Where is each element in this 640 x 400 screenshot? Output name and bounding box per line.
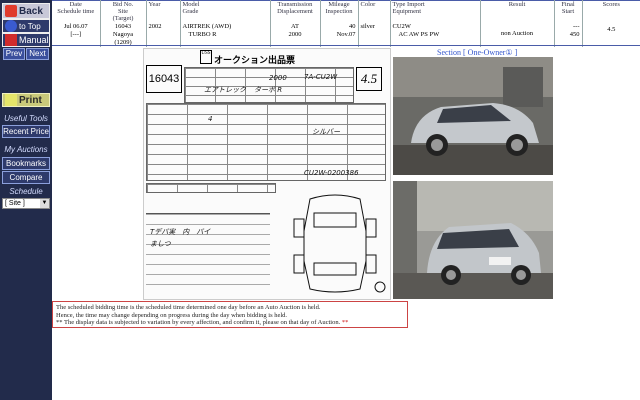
site-select[interactable]: [ Site ] ▼ [2, 198, 50, 209]
col-bid: Bid No. [112, 1, 134, 8]
sheet-title: オークション出品票 [214, 56, 296, 66]
left-rear-wheel [293, 254, 305, 274]
cell-color: silver [360, 23, 375, 30]
windshield-outline [313, 212, 357, 228]
notice-line-2: Hence, the time may change depending on … [56, 311, 288, 319]
col-date: Date [69, 1, 82, 8]
col-result: Result [508, 1, 526, 8]
schedule-heading: Schedule [9, 187, 43, 196]
sheet-hw-grade: ターボ R [254, 86, 283, 94]
notice-line-3-suffix: ** [341, 319, 349, 326]
col-displacement: Displacement [277, 8, 313, 15]
sheet-hw-chassis: CU2W-0200386 [304, 169, 359, 177]
sheet-lot-number: 16043 [146, 65, 182, 93]
book-icon [5, 34, 17, 46]
sheet-notes-area [146, 213, 270, 293]
cell-final: --- [573, 23, 580, 30]
up-arrow-icon [5, 20, 17, 32]
cell-equipment: AC AW PS PW [398, 31, 440, 38]
cell-mileage: 40 [349, 23, 356, 30]
col-final: Final [561, 1, 575, 8]
sheet-hw-model: エアトレック [204, 86, 246, 94]
cell-date: Jul 06.07 [63, 23, 88, 30]
col-scores: Scores [602, 1, 620, 8]
prev-button[interactable]: Prev [3, 48, 25, 60]
manual-label: Manual [19, 35, 49, 45]
vehicle-photo-rear[interactable] [393, 181, 553, 299]
recent-price-link[interactable]: Recent Price [2, 125, 50, 138]
compare-link[interactable]: Compare [2, 171, 50, 184]
cell-score: 4.5 [607, 26, 616, 33]
col-transmission: Transmission [277, 1, 313, 8]
back-button[interactable]: Back [2, 3, 50, 19]
sheet-hw-color: シルバー [312, 128, 340, 136]
cell-type: CU2W [392, 23, 411, 30]
print-button[interactable]: Print [2, 93, 50, 107]
bidding-notice: The scheduled bidding time is the schedu… [52, 301, 408, 328]
to-top-label: to Top [19, 21, 41, 31]
sheet-score: 4.5 [356, 67, 382, 91]
col-type: Type Import [392, 1, 425, 8]
right-rear-wheel [365, 254, 377, 274]
sheet-hw-mileage: 4 [208, 115, 213, 123]
my-auctions-heading: My Auctions [4, 145, 48, 154]
spare-tire-circle [374, 281, 386, 293]
sheet-hw-type: 7A-CU2W [304, 73, 338, 81]
vehicle-photo-front[interactable] [393, 57, 553, 175]
chevron-down-icon: ▼ [40, 199, 49, 208]
table-header-row: Date Schedule time Bid No. Site (Target) Ye… [52, 0, 640, 22]
cell-start: 450 [569, 31, 580, 38]
car-body-outline [303, 194, 367, 293]
col-start: Start [561, 8, 575, 15]
cell-site: Nagoya [112, 31, 134, 38]
sheet-hw-notes-1: Tデパ実 内 パイ [150, 228, 211, 236]
col-color: Color [360, 1, 376, 8]
notice-line-3-text: ** The display data is subjected to vari… [56, 319, 341, 326]
table-bottom-rule [52, 45, 640, 46]
auction-sheet-image: USS オークション出品票 16043 4.5 エアトレック ターボ R 7A-… [143, 48, 391, 300]
table-row: Jul 06.07 [---] 16043 Nagoya (1209) 2002 AI… [52, 22, 640, 47]
manual-button[interactable]: Manual [2, 33, 50, 47]
car-damage-diagram [293, 194, 386, 293]
col-schedule: Schedule time [57, 8, 95, 15]
col-inspection: Inspection [325, 8, 353, 15]
print-label: Print [19, 94, 42, 106]
useful-tools-heading: Useful Tools [4, 114, 48, 123]
cell-model: AIRTREK (AWD) [182, 23, 232, 30]
to-top-button[interactable]: to Top [2, 19, 50, 33]
cell-bid-no: 16043 [114, 23, 132, 30]
cell-transmission: AT [291, 23, 299, 30]
vehicle-info-table: Date Schedule time Bid No. Site (Target) Ye… [52, 0, 640, 47]
cell-result: non Auction [501, 30, 533, 37]
col-equipment: Equipment [392, 8, 422, 15]
sheet-hw-displacement: 2000 [269, 74, 287, 82]
sheet-hw-notes-2: ましつ [150, 240, 171, 248]
notice-line-3: ** The display data is subjected to vari… [56, 319, 404, 327]
col-site: Site [117, 8, 129, 15]
back-arrow-icon [5, 5, 17, 17]
left-front-wheel [293, 218, 305, 238]
col-grade: Grade [182, 8, 199, 15]
rear-window-outline [313, 262, 357, 276]
col-model: Model [182, 1, 200, 8]
col-mileage: Mileage [328, 1, 350, 8]
bookmarks-link[interactable]: Bookmarks [2, 157, 50, 170]
notice-line-1: The scheduled bidding time is the schedu… [56, 304, 321, 311]
site-select-value: [ Site ] [5, 200, 25, 207]
next-button[interactable]: Next [26, 48, 49, 60]
right-front-wheel [365, 218, 377, 238]
col-target: (Target) [112, 15, 134, 22]
cell-inspection: Nov.07 [336, 31, 356, 38]
sidebar: Back to Top Manual Prev Next Print Usefu… [0, 0, 52, 400]
cell-year: 2002 [148, 23, 162, 30]
back-label: Back [19, 5, 43, 17]
printer-icon [5, 94, 17, 106]
sheet-grid-note [146, 183, 276, 193]
uss-logo: USS [200, 50, 212, 64]
col-year: Year [148, 1, 161, 8]
cell-grade: TURBO R [188, 31, 217, 38]
cell-schedule: [---] [70, 31, 82, 38]
section-link[interactable]: Section [ One-Owner① ] [437, 48, 517, 57]
cell-displacement: 2000 [288, 31, 302, 38]
